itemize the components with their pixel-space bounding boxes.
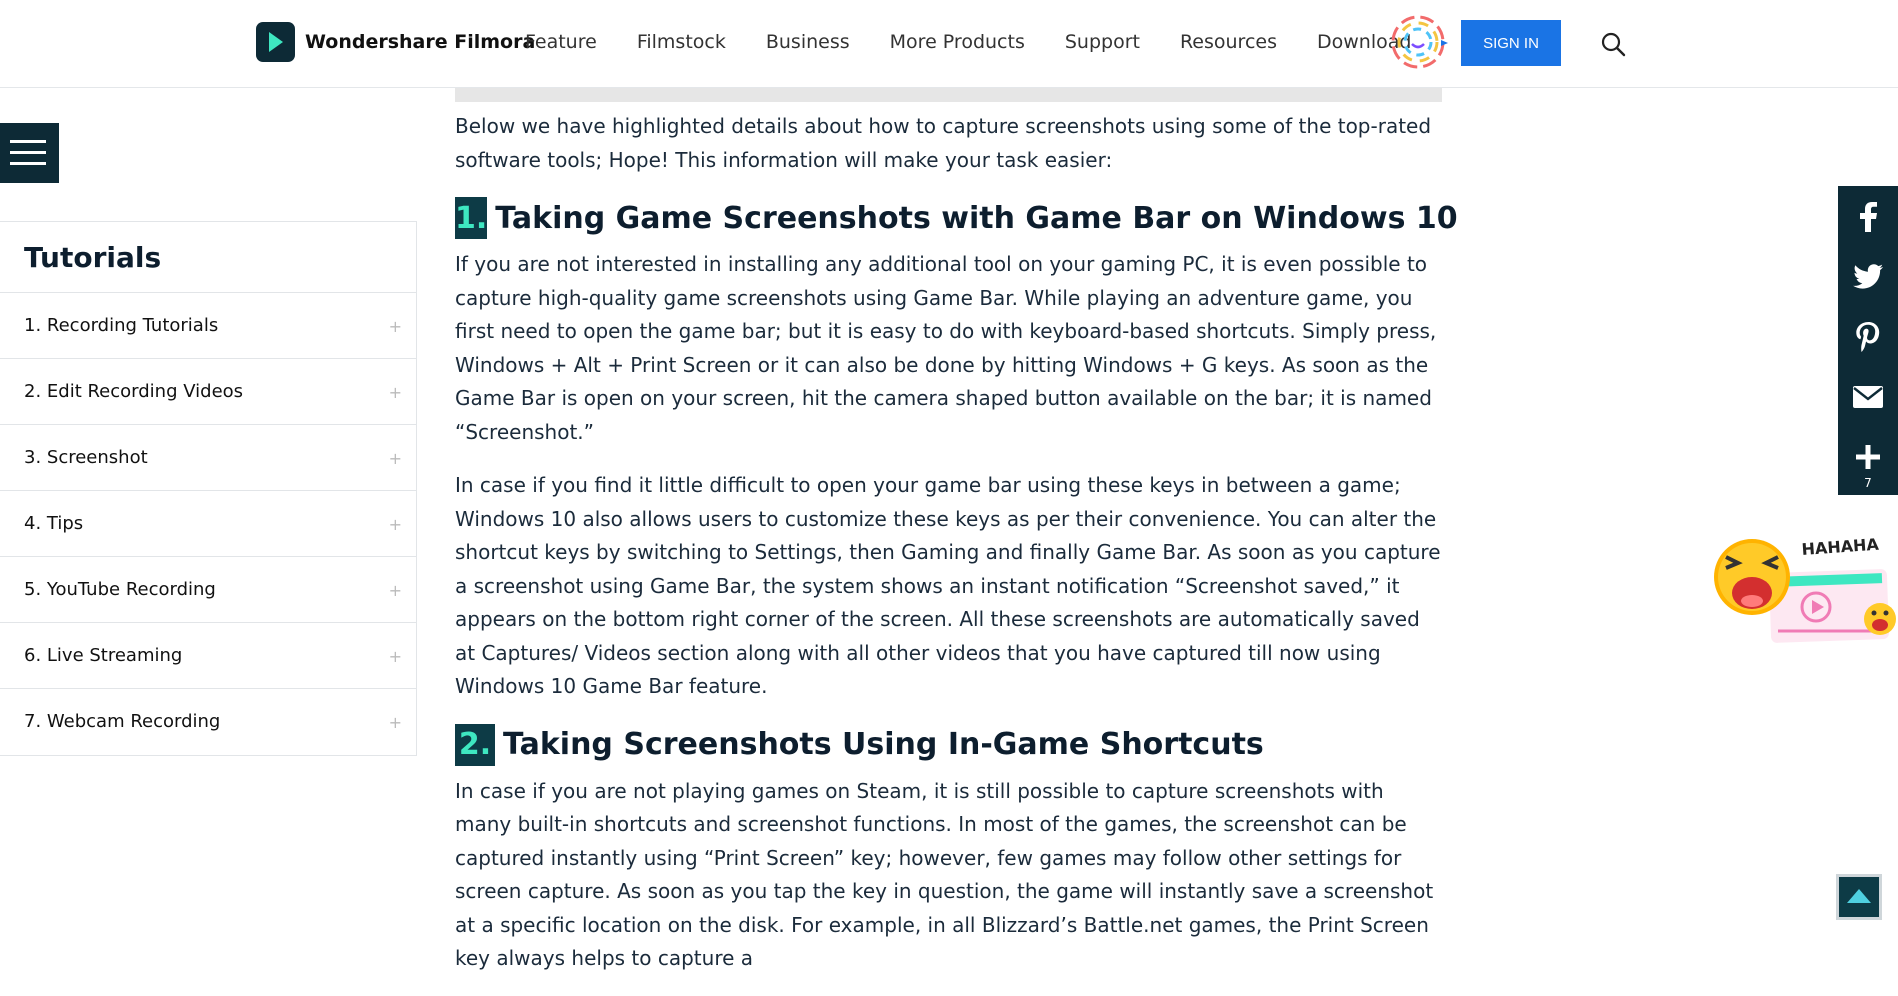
share-count: 7: [1864, 476, 1872, 490]
expand-icon[interactable]: +: [389, 449, 402, 468]
toc-item-label: 1. Recording Tutorials: [24, 315, 219, 336]
toc-item-label: 6. Live Streaming: [24, 645, 183, 666]
email-share-button[interactable]: [1838, 369, 1898, 425]
ai-assistant-icon[interactable]: [1388, 12, 1448, 72]
toc-item-label: 2. Edit Recording Videos: [24, 381, 244, 402]
section-number: 1.: [455, 197, 488, 239]
nav-business[interactable]: Business: [766, 31, 850, 53]
main-nav: Feature Filmstock Business More Products…: [525, 31, 1411, 53]
toc-item-live-streaming[interactable]: 6. Live Streaming +: [0, 623, 416, 689]
sign-in-button[interactable]: SIGN IN: [1461, 20, 1561, 66]
nav-more-products[interactable]: More Products: [890, 31, 1025, 53]
filmora-logo-icon: [256, 22, 295, 62]
paragraph: In case if you are not playing games on …: [455, 778, 1434, 971]
search-icon[interactable]: [1600, 31, 1626, 57]
expand-icon[interactable]: +: [389, 713, 402, 732]
expand-icon[interactable]: +: [389, 647, 402, 666]
toc-item-webcam-recording[interactable]: 7. Webcam Recording +: [0, 689, 416, 754]
intro-paragraph: Below we have highlighted details about …: [455, 114, 1432, 172]
section-number: 2.: [455, 723, 495, 766]
emoji-promo-sticker[interactable]: HAHAHA: [1712, 535, 1898, 647]
expand-icon[interactable]: +: [389, 581, 402, 600]
paragraph: If you are not interested in installing …: [455, 252, 1437, 444]
toc-item-label: 7. Webcam Recording: [24, 711, 221, 732]
twitter-icon: [1853, 264, 1883, 289]
nav-filmstock[interactable]: Filmstock: [637, 31, 726, 53]
nav-feature[interactable]: Feature: [525, 31, 597, 53]
section-title: Taking Game Screenshots with Game Bar on…: [495, 200, 1458, 236]
twitter-share-button[interactable]: [1838, 249, 1898, 305]
toc-item-label: 3. Screenshot: [24, 447, 148, 468]
tutorials-toc: Tutorials 1. Recording Tutorials + 2. Ed…: [0, 221, 417, 756]
facebook-share-button[interactable]: [1838, 189, 1898, 245]
toc-item-recording-tutorials[interactable]: 1. Recording Tutorials +: [0, 293, 416, 359]
mail-icon: [1853, 386, 1883, 408]
toc-item-edit-recording-videos[interactable]: 2. Edit Recording Videos +: [0, 359, 416, 425]
article-body: Below we have highlighted details about …: [455, 110, 1458, 996]
nav-support[interactable]: Support: [1065, 31, 1140, 53]
pinterest-icon: [1856, 322, 1880, 352]
site-header: Wondershare Filmora Feature Filmstock Bu…: [0, 0, 1898, 88]
section-title: Taking Screenshots Using In-Game Shortcu…: [503, 727, 1264, 762]
image-placeholder-bottom: [455, 88, 1442, 102]
back-to-top-button[interactable]: [1836, 874, 1882, 920]
expand-icon[interactable]: +: [389, 515, 402, 534]
menu-toggle-button[interactable]: [0, 123, 59, 183]
toc-item-label: 4. Tips: [24, 513, 84, 534]
section-heading-1: 1. Taking Game Screenshots with Game Bar…: [455, 197, 1458, 239]
toc-title: Tutorials: [0, 222, 416, 293]
toc-item-screenshot[interactable]: 3. Screenshot +: [0, 425, 416, 491]
expand-icon[interactable]: +: [389, 383, 402, 402]
expand-icon[interactable]: +: [389, 317, 402, 336]
hamburger-line: [10, 151, 46, 154]
hamburger-icon: [10, 140, 46, 143]
social-share-bar: 7: [1838, 186, 1898, 495]
nav-resources[interactable]: Resources: [1180, 31, 1277, 53]
brand-logo[interactable]: Wondershare Filmora: [256, 22, 535, 62]
pinterest-share-button[interactable]: [1838, 309, 1898, 365]
plus-icon: [1856, 445, 1880, 469]
toc-item-label: 5. YouTube Recording: [24, 579, 216, 600]
toc-item-youtube-recording[interactable]: 5. YouTube Recording +: [0, 557, 416, 623]
hamburger-line: [10, 162, 46, 165]
toc-item-tips[interactable]: 4. Tips +: [0, 491, 416, 557]
section-heading-2: 2. Taking Screenshots Using In-Game Shor…: [455, 723, 1442, 766]
paragraph: In case if you find it little difficult …: [455, 473, 1441, 698]
brand-name: Wondershare Filmora: [305, 31, 536, 53]
ad-caption: HAHAHA: [1801, 535, 1880, 559]
facebook-icon: [1860, 202, 1877, 232]
